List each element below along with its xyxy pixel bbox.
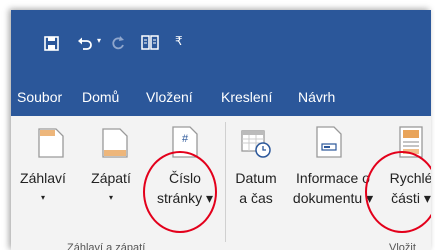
footer-icon[interactable] [102,128,128,158]
footer-button[interactable]: Zápatí ▾ [81,168,141,208]
header-icon[interactable] [38,128,64,158]
page-number-icon[interactable]: # [172,126,198,158]
undo-dropdown-icon[interactable]: ▾ [97,36,101,45]
header-button[interactable]: Záhlaví ▾ [11,168,75,208]
book-icon[interactable] [141,35,159,51]
customize-qat-icon[interactable]: ₹ [175,34,183,48]
date-time-button[interactable]: Datum a čas [225,168,287,208]
page-number-button[interactable]: Číslo stránky ▾ [148,168,222,208]
title-bar: ▾ ₹ [11,10,431,74]
tab-draw[interactable]: Kreslení [221,89,272,105]
save-icon[interactable] [44,36,59,51]
document-info-icon[interactable] [316,126,342,158]
svg-text:#: # [182,133,189,145]
redo-icon[interactable] [111,35,125,51]
group-label-insert: Vložit [389,242,416,250]
tab-file[interactable]: Soubor [17,89,62,105]
tab-home[interactable]: Domů [82,89,119,105]
date-time-icon[interactable] [241,128,271,158]
tab-design[interactable]: Návrh [298,89,335,105]
ribbon-tabs: Soubor Domů Vložení Kreslení Návrh [11,74,431,116]
quick-parts-button[interactable]: Rychlé části ▾ [383,168,431,208]
quick-parts-icon[interactable] [399,126,423,158]
group-label-header-footer: Záhlaví a zápatí [67,242,146,250]
undo-icon[interactable] [77,36,93,51]
document-info-button[interactable]: Informace o dokumentu ▾ [286,168,380,208]
word-ribbon-screenshot: ▾ ₹ Soubor Domů Vložení Kreslení Návrh Z… [11,10,431,250]
tab-insert[interactable]: Vložení [146,89,193,105]
